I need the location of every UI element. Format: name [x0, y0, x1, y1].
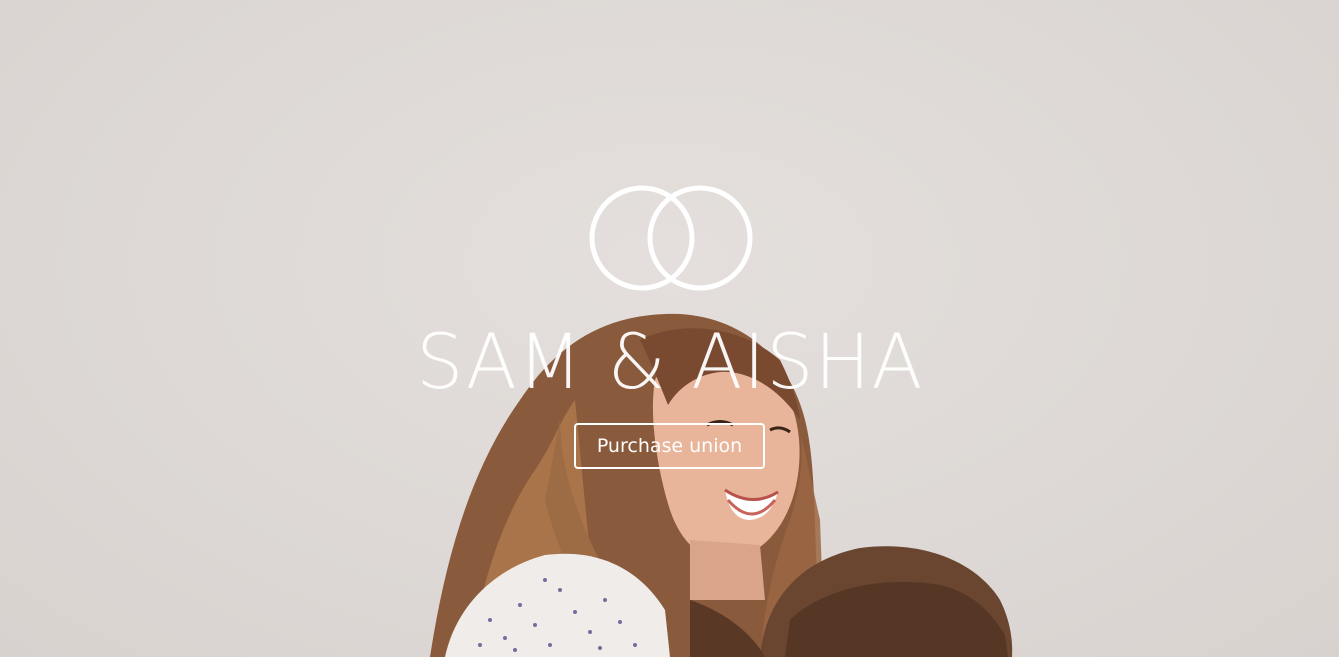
purchase-union-button[interactable]: Purchase union — [574, 423, 765, 469]
hero-section: SAM & AISHA Purchase union — [0, 0, 1339, 657]
couple-names-heading: SAM & AISHA — [0, 318, 1339, 406]
wedding-rings-icon — [589, 185, 753, 291]
couple-names-text: SAM & AISHA — [415, 317, 924, 406]
